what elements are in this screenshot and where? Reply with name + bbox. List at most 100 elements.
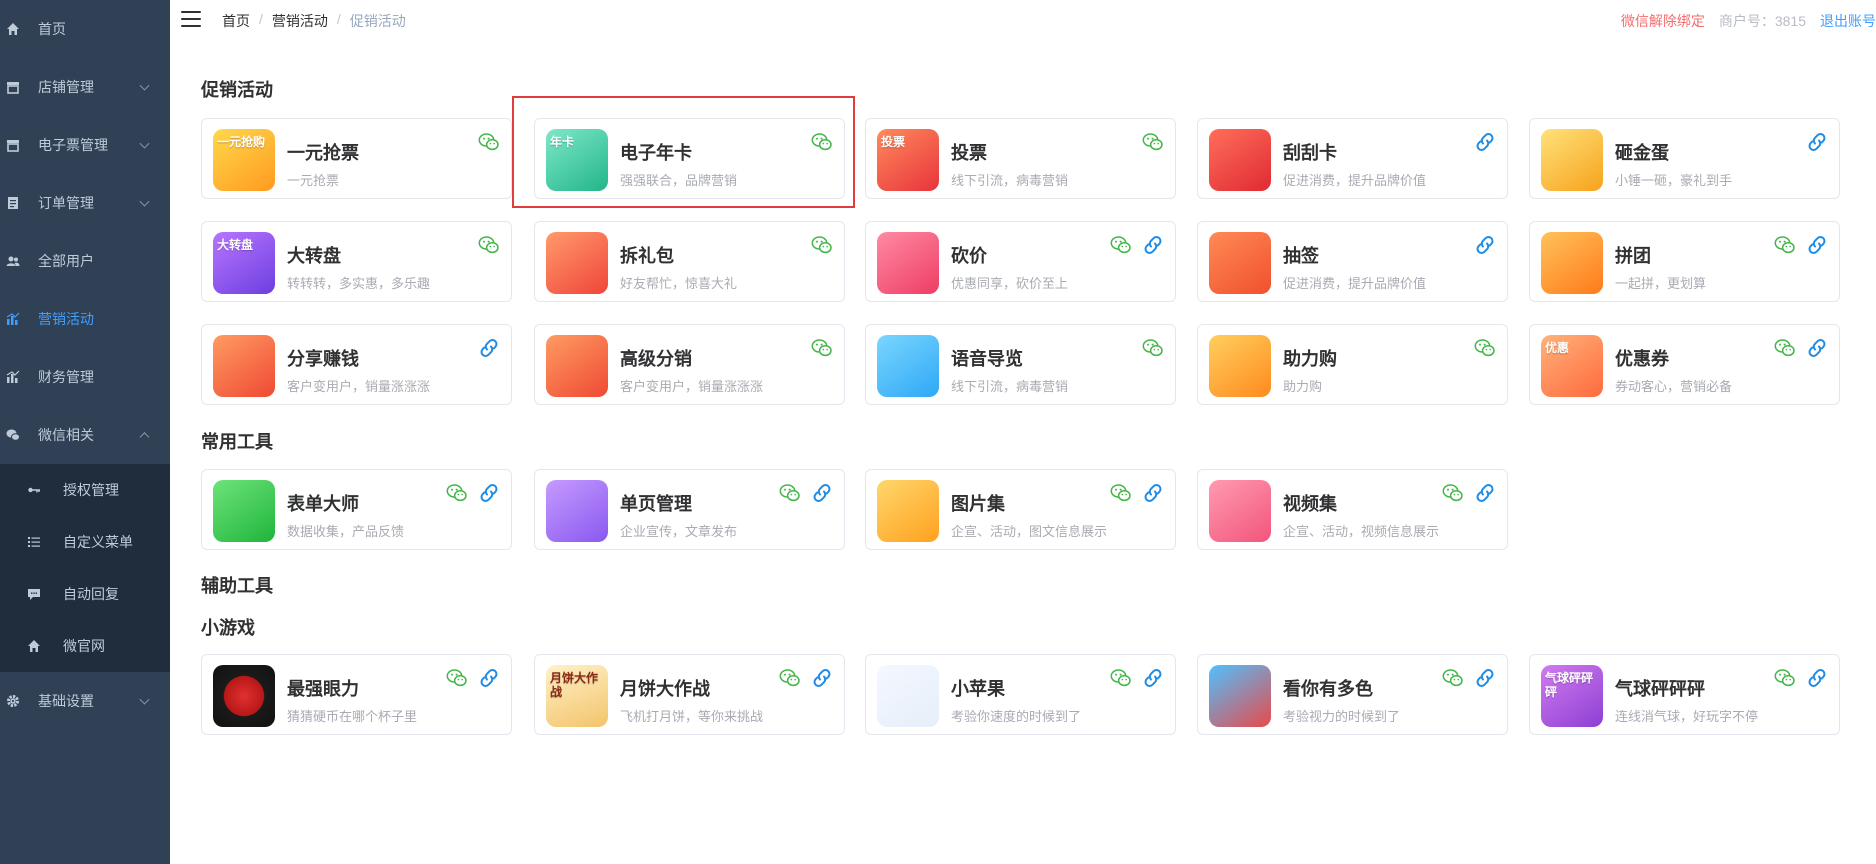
- sidebar-item-label: 订单管理: [38, 195, 94, 211]
- card-title: 气球砰砰砰: [1615, 679, 1705, 699]
- activity-card[interactable]: 大转盘 大转盘 转转转，多实惠，多乐趣: [201, 221, 512, 302]
- sidebar-item-label: 基础设置: [38, 693, 94, 709]
- activity-card[interactable]: 优惠 优惠券 券动客心，营销必备: [1529, 324, 1840, 405]
- card-badges: [446, 482, 500, 504]
- card-title: 拆礼包: [620, 246, 674, 266]
- card-description: 企宣、活动，图文信息展示: [951, 524, 1108, 539]
- sidebar-item-tickets[interactable]: 电子票管理: [0, 116, 170, 174]
- card-title: 投票: [951, 143, 987, 163]
- activity-card[interactable]: 视频集 企宣、活动，视频信息展示: [1197, 469, 1508, 550]
- card-title: 大转盘: [287, 246, 341, 266]
- sidebar-item-store[interactable]: 店铺管理: [0, 58, 170, 116]
- wechat-icon: [811, 337, 833, 359]
- mini-program-link-icon: [1806, 234, 1828, 256]
- activity-card[interactable]: 刮刮卡 促进消费，提升品牌价值: [1197, 118, 1508, 199]
- wechat-icon: [1142, 337, 1164, 359]
- hamburger-icon[interactable]: [181, 11, 201, 27]
- wechat-icon: [1110, 482, 1132, 504]
- breadcrumb-marketing[interactable]: 营销活动: [272, 11, 328, 31]
- activity-card[interactable]: 单页管理 企业宣传，文章发布: [534, 469, 845, 550]
- activity-card[interactable]: 图片集 企宣、活动，图文信息展示: [865, 469, 1176, 550]
- sidebar-item-finance[interactable]: 财务管理: [0, 348, 170, 406]
- order-icon: [6, 196, 20, 210]
- mini-program-link-icon: [478, 337, 500, 359]
- activity-card[interactable]: 看你有多色 考验视力的时候到了: [1197, 654, 1508, 735]
- selection-highlight: [512, 96, 855, 208]
- shipin-thumb: [1209, 480, 1271, 542]
- breadcrumb-separator: /: [336, 11, 341, 27]
- activity-card[interactable]: 气球砰砰砰 气球砰砰砰 连线消气球，好玩字不停: [1529, 654, 1840, 735]
- activity-card[interactable]: 砸金蛋 小锤一砸，豪礼到手: [1529, 118, 1840, 199]
- thumb-caption: 月饼大作战: [550, 671, 599, 699]
- card-title: 分享赚钱: [287, 349, 359, 369]
- sidebar-item-auth[interactable]: 授权管理: [0, 464, 170, 516]
- gear-icon: [6, 694, 20, 708]
- sidebar-item-custom-menu[interactable]: 自定义菜单: [0, 516, 170, 568]
- section-title-aux: 辅助工具: [201, 576, 273, 596]
- activity-card[interactable]: 投票 投票 线下引流，病毒营销: [865, 118, 1176, 199]
- wechat-icon: [446, 482, 468, 504]
- activity-card[interactable]: 一元抢购 一元抢票 一元抢票: [201, 118, 512, 199]
- chevron-down-icon: [139, 80, 150, 91]
- activity-card[interactable]: 小苹果 考验你速度的时候到了: [865, 654, 1176, 735]
- card-description: 小锤一砸，豪礼到手: [1615, 173, 1733, 188]
- card-badges: [1774, 667, 1828, 689]
- breadcrumb-current: 促销活动: [349, 13, 406, 29]
- card-title: 高级分销: [620, 349, 692, 369]
- sidebar-item-auto-reply[interactable]: 自动回复: [0, 568, 170, 620]
- activity-card[interactable]: 拼团 一起拼，更划算: [1529, 221, 1840, 302]
- sidebar-item-label: 微信相关: [38, 427, 94, 443]
- sidebar-item-label: 授权管理: [63, 482, 119, 498]
- sidebar-item-wechat[interactable]: 微信相关: [0, 406, 170, 464]
- sidebar-item-label: 自定义菜单: [63, 534, 133, 550]
- breadcrumb-home[interactable]: 首页: [222, 11, 250, 31]
- chart-icon: [6, 312, 20, 326]
- card-badges: [1142, 337, 1164, 359]
- mini-program-link-icon: [1474, 234, 1496, 256]
- activity-card[interactable]: 高级分销 客户变用户，销量涨涨涨: [534, 324, 845, 405]
- card-title: 月饼大作战: [620, 679, 710, 699]
- sidebar-item-micro-site[interactable]: 微官网: [0, 620, 170, 672]
- card-title: 砍价: [951, 246, 987, 266]
- wechat-icon: [478, 234, 500, 256]
- activity-card[interactable]: 月饼大作战 月饼大作战 飞机打月饼，等你来挑战: [534, 654, 845, 735]
- activity-card[interactable]: 分享赚钱 客户变用户，销量涨涨涨: [201, 324, 512, 405]
- kanjia-thumb: [877, 232, 939, 294]
- logout-link[interactable]: 退出账号: [1820, 11, 1876, 31]
- zhuli-thumb: [1209, 335, 1271, 397]
- card-description: 一元抢票: [287, 173, 340, 188]
- card-title: 表单大师: [287, 494, 359, 514]
- activity-card[interactable]: 拆礼包 好友帮忙，惊喜大礼: [534, 221, 845, 302]
- mini-program-link-icon: [1142, 667, 1164, 689]
- activity-card[interactable]: 砍价 优惠同享，砍价至上: [865, 221, 1176, 302]
- card-title: 一元抢票: [287, 143, 359, 163]
- sidebar-item-label: 全部用户: [38, 253, 94, 269]
- activity-card[interactable]: 表单大师 数据收集，产品反馈: [201, 469, 512, 550]
- activity-card[interactable]: 最强眼力 猜猜硬币在哪个杯子里: [201, 654, 512, 735]
- wechat-icon: [1442, 482, 1464, 504]
- mini-program-link-icon: [1806, 667, 1828, 689]
- biaodan-thumb: [213, 480, 275, 542]
- activity-card[interactable]: 抽签 促进消费，提升品牌价值: [1197, 221, 1508, 302]
- sidebar-item-users[interactable]: 全部用户: [0, 232, 170, 290]
- activity-card[interactable]: 语音导览 线下引流，病毒营销: [865, 324, 1176, 405]
- unbind-wechat-link[interactable]: 微信解除绑定: [1621, 11, 1705, 31]
- card-badges: [1110, 234, 1164, 256]
- sidebar-item-marketing[interactable]: 营销活动: [0, 290, 170, 348]
- yanli-thumb: [213, 665, 275, 727]
- thumb-caption: 大转盘: [217, 238, 254, 252]
- card-badges: [1474, 234, 1496, 256]
- card-badges: [1474, 131, 1496, 153]
- wechat-icon: [478, 131, 500, 153]
- toupiao-thumb: 投票: [877, 129, 939, 191]
- activity-card[interactable]: 助力购 助力购: [1197, 324, 1508, 405]
- breadcrumb: 首页 / 营销活动 / 促销活动: [222, 11, 406, 31]
- duose-thumb: [1209, 665, 1271, 727]
- thumb-caption: 一元抢购: [217, 135, 266, 149]
- sidebar-item-settings[interactable]: 基础设置: [0, 672, 170, 730]
- danye-thumb: [546, 480, 608, 542]
- sidebar-item-home[interactable]: 首页: [0, 0, 170, 58]
- sidebar-item-orders[interactable]: 订单管理: [0, 174, 170, 232]
- card-title: 抽签: [1283, 246, 1319, 266]
- chat-icon: [27, 587, 41, 601]
